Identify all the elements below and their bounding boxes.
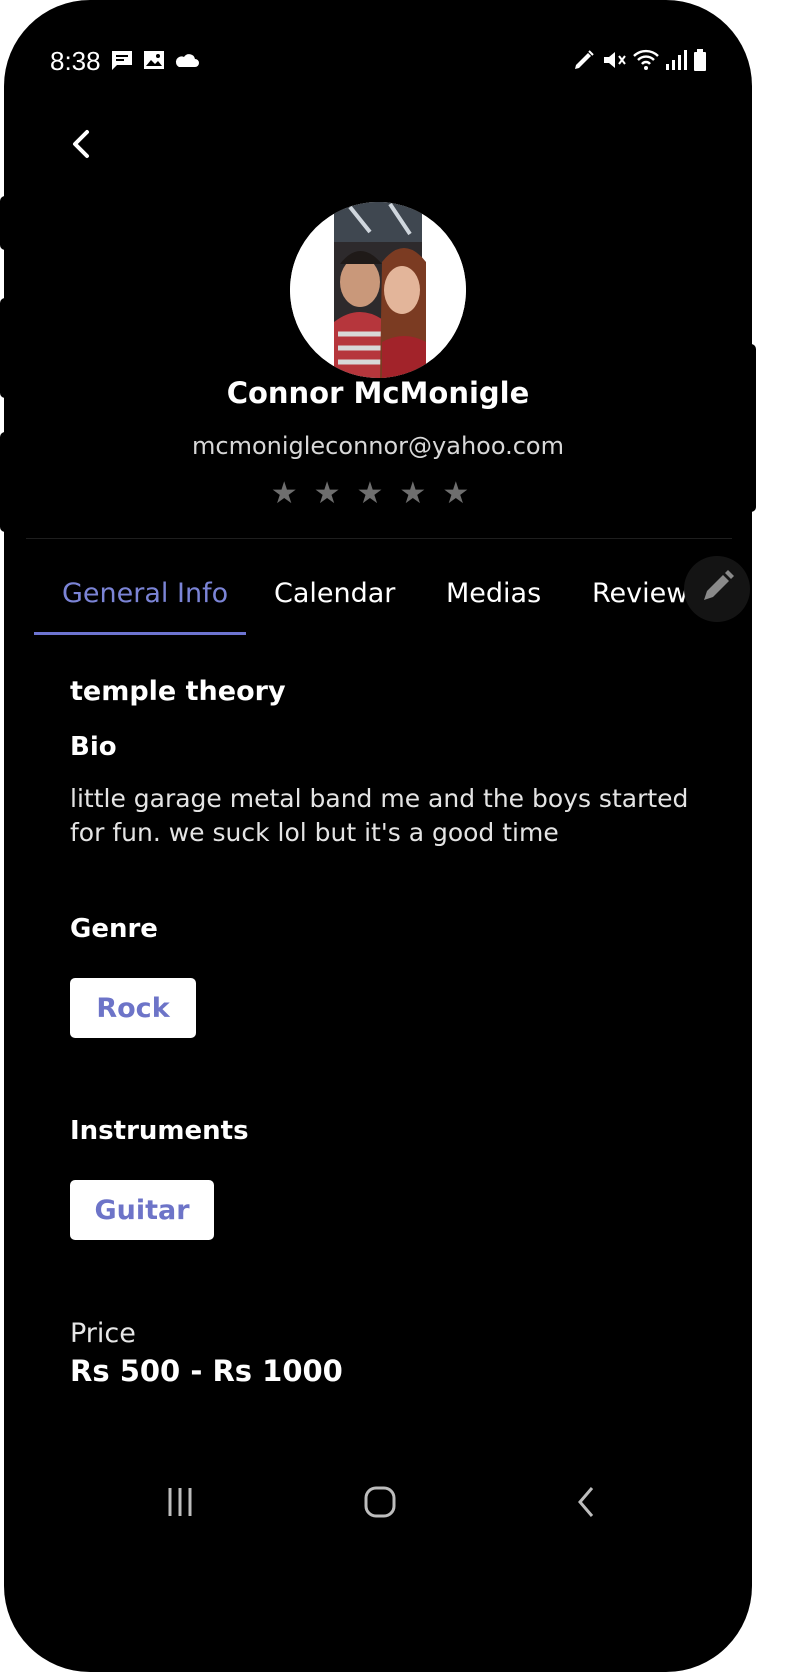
chat-icon [112,51,132,70]
tab-medias[interactable]: Medias [446,578,541,609]
wifi-icon [633,49,659,70]
instrument-chip[interactable]: Guitar [70,1180,214,1240]
status-time: 8:38 [50,46,101,76]
tab-calendar[interactable]: Calendar [274,578,395,609]
band-name: temple theory [70,676,286,707]
divider [26,538,732,539]
nav-back-icon[interactable] [566,1480,606,1524]
bio-text: little garage metal band me and the boys… [70,784,689,847]
genre-chip[interactable]: Rock [70,978,196,1038]
instruments-title: Instruments [70,1116,249,1146]
phone-screen: 8:38 Connor McMonigle mcmonigleconnor@ya… [4,0,752,1672]
navigation-bar [4,1470,752,1540]
bio-title: Bio [70,732,117,762]
genre-title: Genre [70,914,158,944]
tab-bar: General Info Calendar Medias Reviews [4,568,752,638]
price-value: Rs 500 - Rs 1000 [70,1354,343,1388]
home-icon[interactable] [358,1480,402,1524]
tab-general-info[interactable]: General Info [62,578,228,609]
image-icon [144,51,164,69]
recent-apps-icon[interactable] [160,1480,200,1524]
price-label: Price [70,1318,136,1349]
rating-stars: ★★★★★ [270,476,486,511]
avatar-photo [290,202,466,378]
profile-name: Connor McMonigle [226,376,530,410]
avatar [290,202,466,378]
pencil-icon [704,570,734,600]
profile-email: mcmonigleconnor@yahoo.com [192,432,564,460]
back-arrow-icon[interactable] [62,122,102,166]
mute-icon [604,52,626,68]
status-bar: 8:38 [4,38,752,82]
pen-icon [575,50,594,69]
signal-icon [666,50,687,70]
battery-icon [694,49,706,71]
active-tab-indicator [34,632,246,635]
cloud-icon [175,54,199,67]
edit-button[interactable] [684,556,750,622]
